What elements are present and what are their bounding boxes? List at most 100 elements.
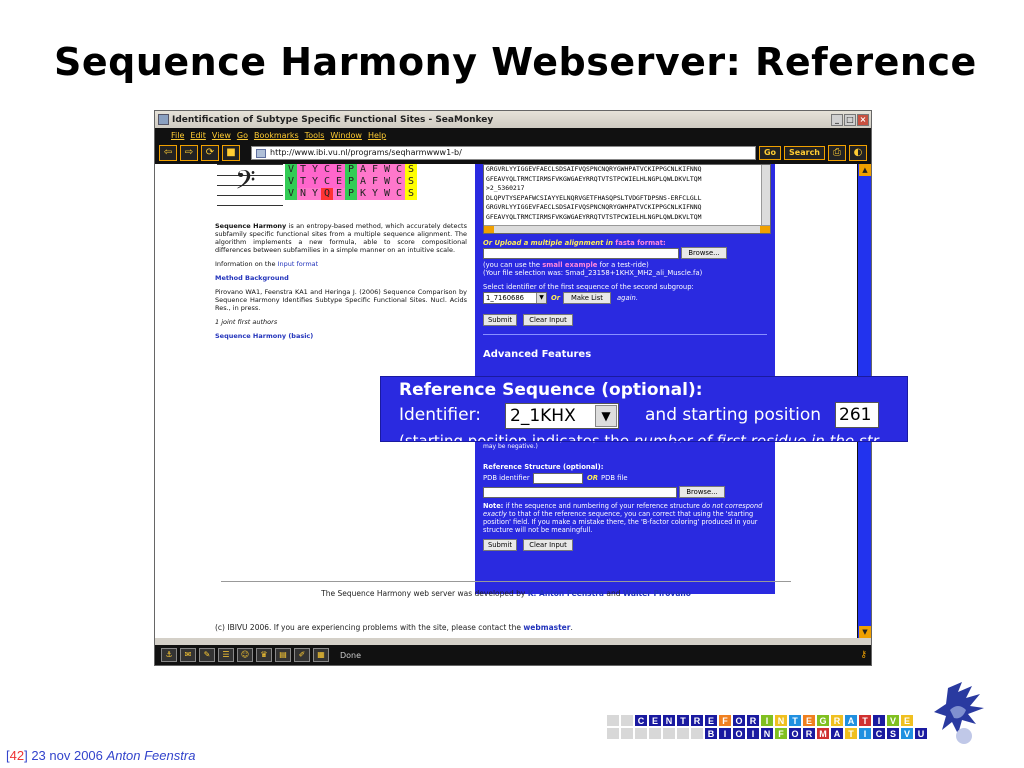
url-input[interactable]: http://www.ibi.vu.nl/programs/seqharmwww… [251,146,756,160]
logo-letter: T [844,727,858,740]
sequence-residue: S [405,164,417,176]
logo-letter: I [718,727,732,740]
joint-authors-note: 1 joint first authors [215,318,278,326]
menu-go[interactable]: Go [237,131,248,140]
clear-input-button[interactable]: Clear Input [523,314,573,326]
logo-letter: F [774,727,788,740]
starting-position-input[interactable]: 261 [835,402,879,428]
page-icon [256,148,266,158]
logo-letter: M [816,727,830,740]
sequence-residue: P [345,176,357,188]
logo-spacer [634,727,648,740]
menu-bookmarks[interactable]: Bookmarks [254,131,299,140]
menu-file[interactable]: File [171,131,184,140]
menu-tools[interactable]: Tools [305,131,325,140]
logo-letter: T [858,714,872,727]
advanced-features-heading: Advanced Features [483,349,592,360]
sequence-residue: A [357,164,369,176]
minimize-button[interactable]: _ [831,113,843,126]
textarea-horizontal-scrollbar[interactable] [484,225,770,233]
method-background-link[interactable]: Method Background [215,274,289,282]
crown-icon[interactable]: ♛ [256,648,272,662]
print-button[interactable]: ⎙ [828,145,846,161]
logo-letter: E [802,714,816,727]
notes-icon[interactable]: ▤ [275,648,291,662]
menu-help[interactable]: Help [368,131,386,140]
sequence-residue: E [333,188,345,200]
pen-icon[interactable]: ✐ [294,648,310,662]
sequence-residue: V [285,188,297,200]
document-icon[interactable]: ▦ [313,648,329,662]
browse-pdb-button[interactable]: Browse... [679,486,725,498]
composer-icon[interactable]: ✎ [199,648,215,662]
menu-edit[interactable]: Edit [190,131,206,140]
sequence-residue: A [357,176,369,188]
menu-window[interactable]: Window [330,131,362,140]
basic-version-link[interactable]: Sequence Harmony (basic) [215,332,313,340]
logo-letter: I [872,714,886,727]
search-button[interactable]: Search [784,146,825,160]
reload-button[interactable]: ⟳ [201,145,219,161]
author1-link[interactable]: K. Anton Feenstra [528,589,604,598]
scroll-up-arrow[interactable]: ▲ [859,164,871,176]
address-book-icon[interactable]: ☰ [218,648,234,662]
sequence-residue: F [369,164,381,176]
logo-letter: R [746,714,760,727]
citation-text: Pirovano WA1, Feenstra KA1 and Heringa J… [215,288,467,312]
logo-letter: G [816,714,830,727]
small-example-link[interactable]: small example [542,261,597,269]
subgroup-identifier-select[interactable]: 1_7160686 ▼ [483,292,547,304]
make-list-button[interactable]: Make List [563,292,611,304]
navigation-toolbar: ⇦ ⇨ ⟳ ■ http://www.ibi.vu.nl/programs/se… [155,142,871,164]
navigator-icon[interactable]: ⚓ [161,648,177,662]
status-text: Done [340,650,362,660]
sequence-residue: W [381,164,393,176]
logo-letter: N [760,727,774,740]
slide-number: 42 [9,748,25,763]
logo-letter: V [886,714,900,727]
submit-button[interactable]: Submit [483,314,517,326]
clear-input-button-2[interactable]: Clear Input [523,539,573,551]
logo-letter: U [914,727,928,740]
logo-letter: R [802,727,816,740]
mail-icon[interactable]: ✉ [180,648,196,662]
staff-icon: 𝄢 [217,164,283,206]
sequence-residue: E [333,164,345,176]
close-button[interactable]: × [857,113,869,126]
sequence-residue: C [393,164,405,176]
sequence-residue: P [345,188,357,200]
reference-identifier-select[interactable]: 2_1KHX ▼ [505,403,619,429]
sequence-residue: C [393,176,405,188]
sequence-residue: N [297,188,309,200]
submit-button-2[interactable]: Submit [483,539,517,551]
logo-letter: V [900,727,914,740]
maximize-button[interactable]: □ [844,113,856,126]
logo-letter: S [886,727,900,740]
logo-spacer [662,727,676,740]
pdb-file-input[interactable] [483,487,677,498]
stop-button[interactable]: ■ [222,145,240,161]
pdb-identifier-input[interactable] [533,473,583,484]
menu-view[interactable]: View [212,131,231,140]
browse-alignment-button[interactable]: Browse... [681,247,727,259]
input-format-link[interactable]: Input format [278,260,319,268]
sequence-residue: T [297,164,309,176]
again-label: again. [617,294,639,302]
webmaster-link[interactable]: webmaster [523,623,570,632]
forward-button[interactable]: ⇨ [180,145,198,161]
intro-text: Sequence Harmony is an entropy-based met… [215,222,467,254]
sequence-residue: T [297,176,309,188]
author2-link[interactable]: Walter Pirovano [623,589,691,598]
logo-spacer [648,727,662,740]
scroll-down-arrow[interactable]: ▼ [859,626,871,638]
back-button[interactable]: ⇦ [159,145,177,161]
starting-position-hint: (starting position indicates the number … [399,432,879,442]
chat-icon[interactable]: ☺ [237,648,253,662]
sequence-residue: V [285,164,297,176]
sequence-textarea[interactable]: GRGVRLYYIGGEVFAECLSDSAIFVQSPNCNQRYGWHPAT… [483,164,771,234]
textarea-vertical-scrollbar[interactable] [761,165,770,233]
go-button[interactable]: Go [758,146,782,160]
slide: Sequence Harmony Webserver: Reference Id… [0,0,1024,768]
alignment-file-input[interactable] [483,248,679,259]
identifier-label: Identifier: [399,405,482,425]
